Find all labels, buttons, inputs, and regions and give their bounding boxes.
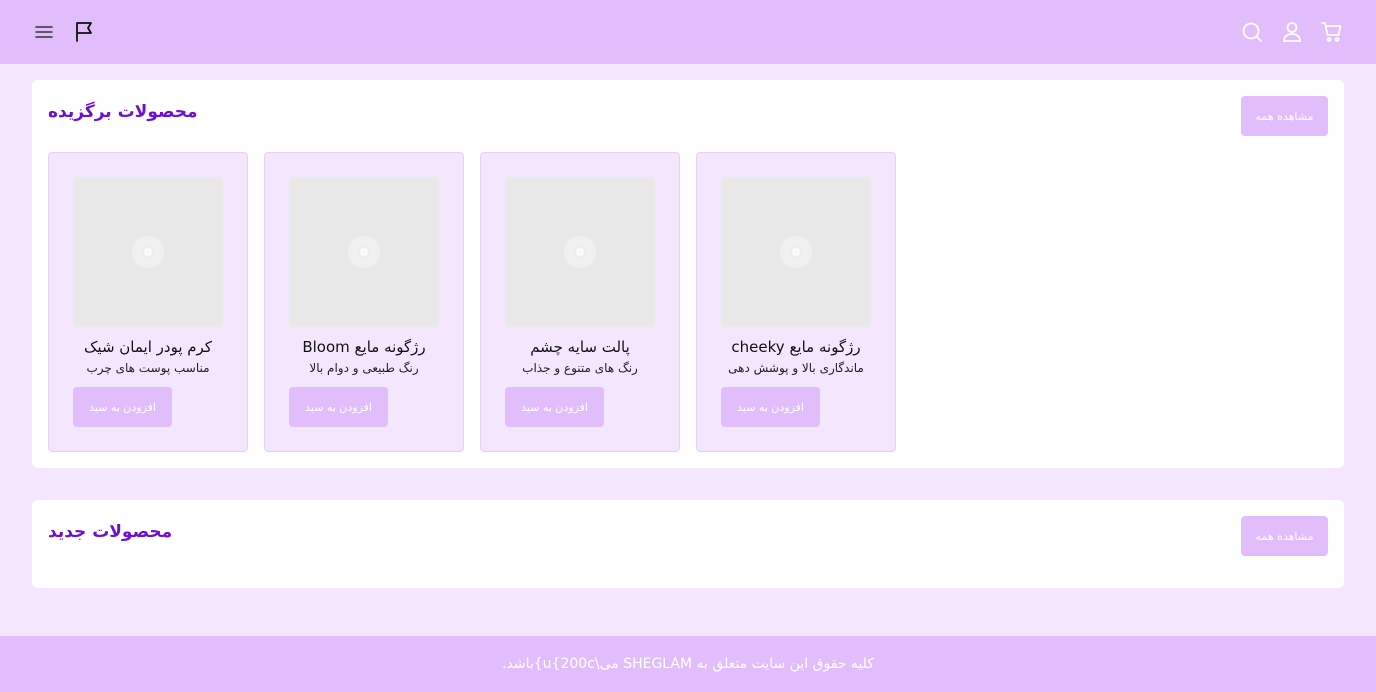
view-all-button[interactable]: مشاهده همه <box>1241 96 1328 136</box>
product-description: مناسب پوست های چرب <box>86 361 210 375</box>
flag-icon[interactable] <box>72 20 96 44</box>
product-card[interactable]: رژگونه مایع Bloom رنگ طبیعی و دوام بالا … <box>264 152 464 452</box>
product-card[interactable]: رژگونه مایع cheeky ماندگاری بالا و پوشش … <box>696 152 896 452</box>
menu-icon[interactable] <box>32 20 56 44</box>
add-to-cart-button[interactable]: افزودن به سبد <box>289 387 388 427</box>
add-to-cart-button[interactable]: افزودن به سبد <box>73 387 172 427</box>
add-to-cart-button[interactable]: افزودن به سبد <box>721 387 820 427</box>
search-icon[interactable] <box>1240 20 1264 44</box>
top-navbar <box>0 0 1376 64</box>
product-card[interactable]: کرم پودر ایمان شیک مناسب پوست های چرب اف… <box>48 152 248 452</box>
new-products-section: محصولات جدید مشاهده همه <box>32 500 1344 588</box>
copyright-text: .باشد{u{200c\می SHEGLAM کلیه حقوق این سا… <box>502 656 874 672</box>
section-title: محصولات جدید <box>48 522 173 542</box>
featured-products-section: محصولات برگزیده مشاهده همه رژگونه مایع c… <box>32 80 1344 468</box>
product-card[interactable]: پالت سایه چشم رنگ های متنوع و جذاب افزود… <box>480 152 680 452</box>
add-to-cart-button[interactable]: افزودن به سبد <box>505 387 604 427</box>
product-description: رنگ های متنوع و جذاب <box>522 361 638 375</box>
product-name: رژگونه مایع cheeky <box>731 338 861 356</box>
product-image-placeholder <box>289 177 439 327</box>
product-name: رژگونه مایع Bloom <box>302 338 426 356</box>
footer: .باشد{u{200c\می SHEGLAM کلیه حقوق این سا… <box>0 636 1376 692</box>
product-description: ماندگاری بالا و پوشش دهی <box>728 361 864 375</box>
product-name: کرم پودر ایمان شیک <box>84 338 212 356</box>
product-description: رنگ طبیعی و دوام بالا <box>309 361 419 375</box>
view-all-button[interactable]: مشاهده همه <box>1241 516 1328 556</box>
product-name: پالت سایه چشم <box>530 338 630 356</box>
product-image-placeholder <box>505 177 655 327</box>
section-title: محصولات برگزیده <box>48 102 198 122</box>
user-icon[interactable] <box>1280 20 1304 44</box>
product-image-placeholder <box>721 177 871 327</box>
cart-icon[interactable] <box>1320 20 1344 44</box>
product-image-placeholder <box>73 177 223 327</box>
